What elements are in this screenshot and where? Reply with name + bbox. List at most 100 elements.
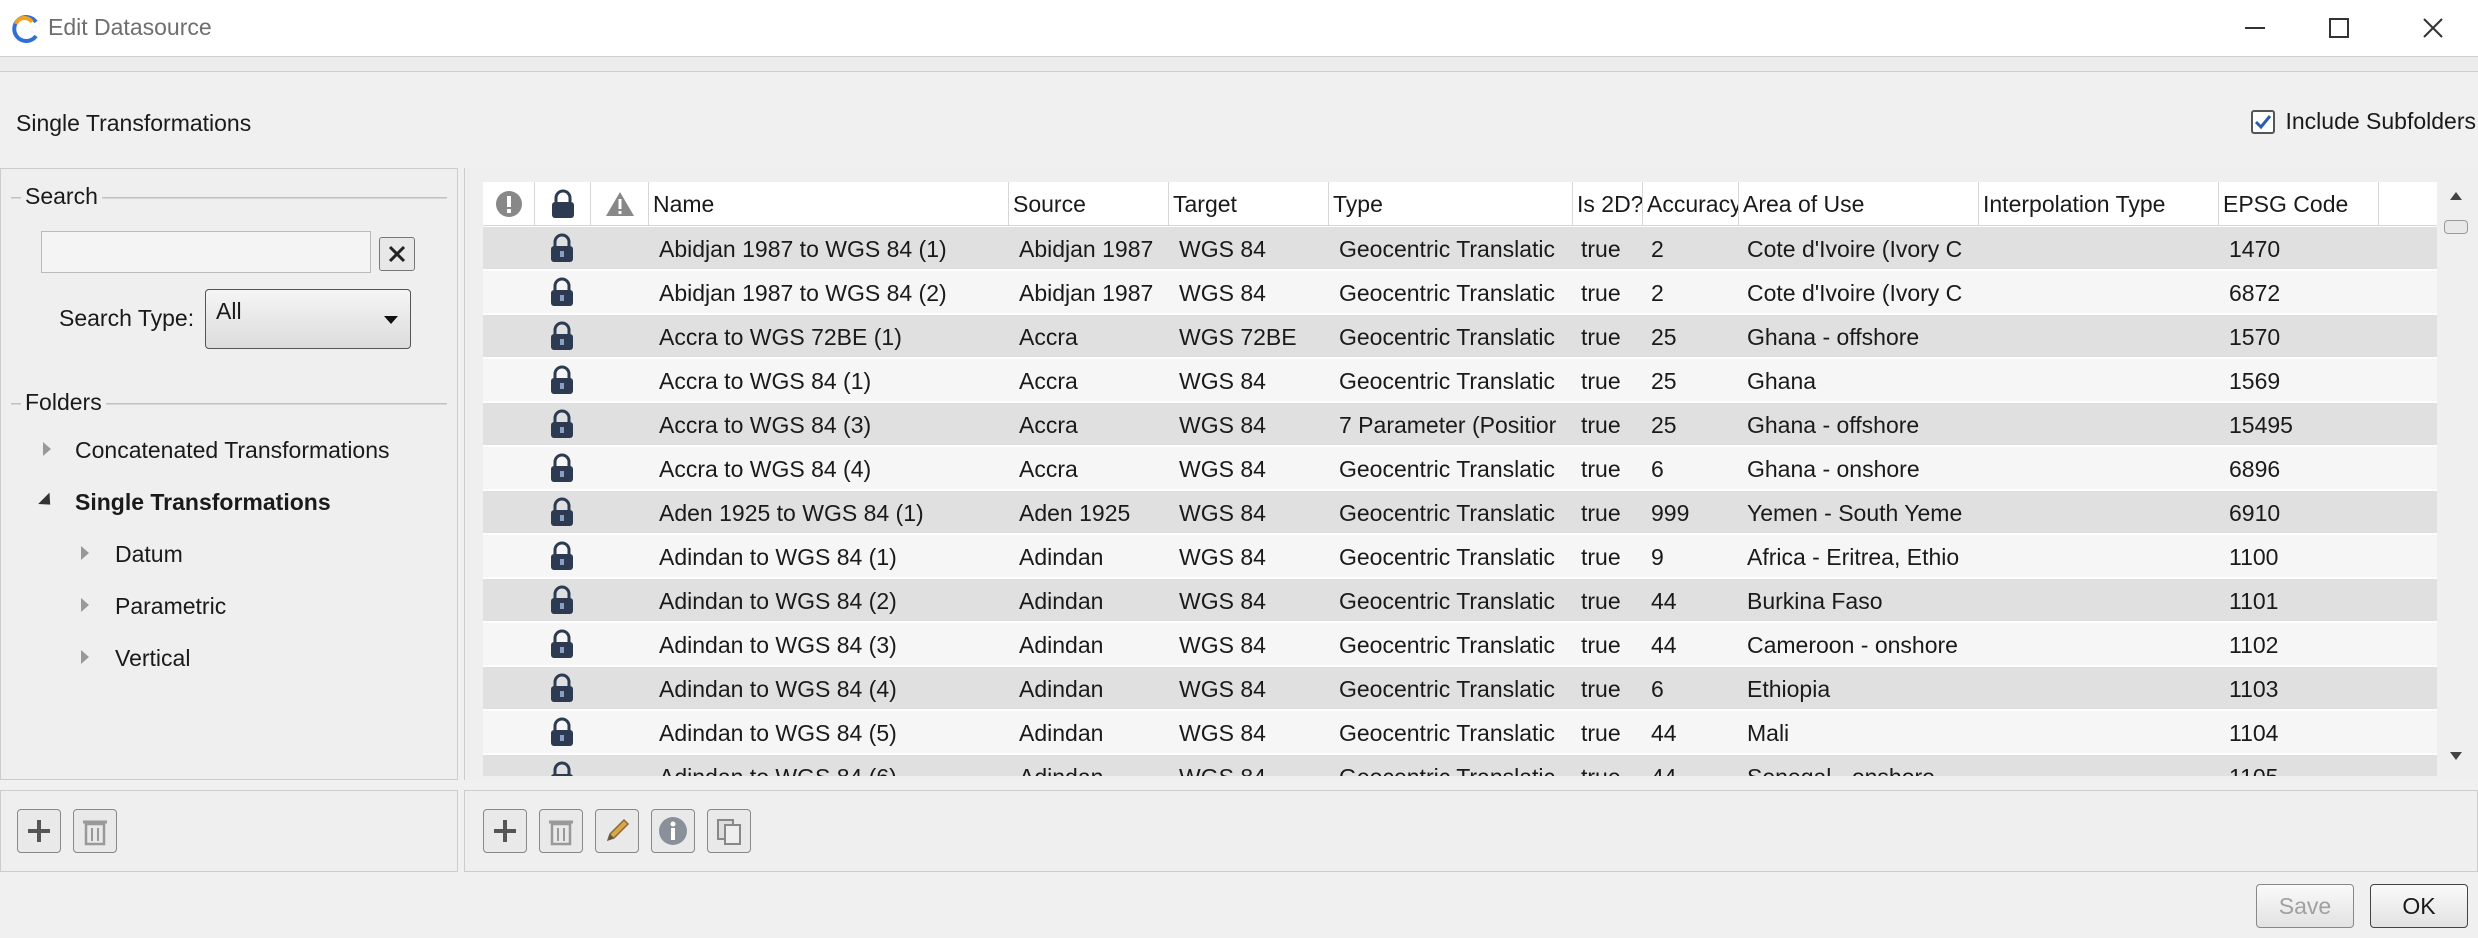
- table-row[interactable]: Adindan to WGS 84 (2) Adindan WGS 84 Geocen…: [483, 578, 2437, 622]
- cell-name: Abidjan 1987 to WGS 84 (1): [659, 236, 947, 262]
- table-row[interactable]: Accra to WGS 84 (4) Accra WGS 84 Geocentric…: [483, 446, 2437, 490]
- title-bar: Edit Datasource: [0, 0, 2478, 56]
- cell-interpolation-type: [1987, 315, 2215, 359]
- cell-target: WGS 84: [1179, 456, 1266, 482]
- add-transformation-button[interactable]: [483, 809, 527, 853]
- include-subfolders-toggle[interactable]: Include Subfolders: [2251, 108, 2478, 135]
- ok-button[interactable]: OK: [2370, 884, 2468, 928]
- row-lock-indicator: [549, 453, 575, 485]
- include-subfolders-checkbox[interactable]: [2251, 109, 2276, 134]
- column-header-accuracy[interactable]: Accuracy: [1643, 182, 1739, 226]
- copy-transformation-button[interactable]: [707, 809, 751, 853]
- clear-search-button[interactable]: [379, 237, 415, 271]
- add-folder-button[interactable]: [17, 809, 61, 853]
- tree-item-label: Parametric: [115, 593, 227, 619]
- lock-icon: [551, 497, 573, 526]
- table-row[interactable]: Abidjan 1987 to WGS 84 (1) Abidjan 1987 WG…: [483, 226, 2437, 270]
- cell-is-2d: true: [1581, 236, 1621, 262]
- cell-is-2d: true: [1581, 676, 1621, 702]
- row-lock-indicator: [549, 761, 575, 776]
- lock-icon: [551, 365, 573, 394]
- delete-transformation-button[interactable]: [539, 809, 583, 853]
- cell-accuracy: 6: [1651, 456, 1664, 482]
- cell-name: Adindan to WGS 84 (2): [659, 588, 897, 614]
- cell-accuracy: 2: [1651, 236, 1664, 262]
- cell-name: Accra to WGS 84 (1): [659, 368, 872, 394]
- cell-accuracy: 25: [1651, 368, 1677, 394]
- cell-area-of-use: Senegal - onshore: [1747, 755, 1975, 776]
- cell-epsg-code: 1101: [2229, 588, 2279, 614]
- cell-name: Accra to WGS 84 (4): [659, 456, 872, 482]
- column-header-area-of-use[interactable]: Area of Use: [1739, 182, 1979, 226]
- minimize-button[interactable]: [2220, 6, 2290, 50]
- table-row[interactable]: Adindan to WGS 84 (6) Adindan WGS 84 Geocen…: [483, 754, 2437, 776]
- pencil-icon: [606, 818, 630, 842]
- info-column-header[interactable]: [483, 182, 535, 226]
- trash-icon: [549, 820, 573, 846]
- top-divider: [0, 56, 2478, 72]
- edit-transformation-button[interactable]: [595, 809, 639, 853]
- table-row[interactable]: Adindan to WGS 84 (5) Adindan WGS 84 Geocen…: [483, 710, 2437, 754]
- table-row[interactable]: Adindan to WGS 84 (1) Adindan WGS 84 Geocen…: [483, 534, 2437, 578]
- cell-target: WGS 84: [1179, 236, 1266, 262]
- cell-name: Adindan to WGS 84 (4): [659, 676, 897, 702]
- tree-item-label: Datum: [115, 541, 183, 567]
- close-window-button[interactable]: [2398, 6, 2468, 50]
- cell-is-2d: true: [1581, 368, 1621, 394]
- page-title: Single Transformations: [16, 110, 252, 136]
- save-button[interactable]: Save: [2256, 884, 2354, 928]
- column-header-interpolation-type[interactable]: Interpolation Type: [1979, 182, 2219, 226]
- search-type-select[interactable]: All: [205, 289, 411, 349]
- column-header-type[interactable]: Type: [1329, 182, 1573, 226]
- cell-area-of-use: Ghana - onshore: [1747, 456, 1920, 482]
- cell-area-of-use: Yemen - South Yeme: [1747, 500, 1963, 526]
- scroll-up-icon: [2450, 192, 2462, 200]
- expand-arrow-icon: [81, 546, 89, 560]
- row-lock-indicator: [549, 585, 575, 617]
- cell-accuracy: 9: [1651, 544, 1664, 570]
- row-lock-indicator: [549, 321, 575, 353]
- column-header-target[interactable]: Target: [1169, 182, 1329, 226]
- cell-type: Geocentric Translatic: [1339, 588, 1556, 614]
- search-type-label: Search Type:: [59, 305, 195, 331]
- column-header-epsg-code[interactable]: EPSG Code: [2219, 182, 2379, 226]
- warning-column-header[interactable]: [591, 182, 649, 226]
- cell-name: Accra to WGS 84 (3): [659, 412, 872, 438]
- table-row[interactable]: Accra to WGS 84 (1) Accra WGS 84 Geocentric…: [483, 358, 2437, 402]
- column-header-is-2d[interactable]: Is 2D?: [1573, 182, 1643, 226]
- cell-area-of-use: Ghana - offshore: [1747, 324, 1920, 350]
- scroll-thumb[interactable]: [2444, 220, 2468, 234]
- lock-column-header[interactable]: [535, 182, 591, 226]
- table-row[interactable]: Adindan to WGS 84 (3) Adindan WGS 84 Geocen…: [483, 622, 2437, 666]
- cell-type: 7 Parameter (Positior: [1339, 412, 1557, 438]
- search-input[interactable]: [41, 231, 371, 273]
- maximize-button[interactable]: [2304, 6, 2374, 50]
- cell-area-of-use: Ghana: [1747, 368, 1817, 394]
- table-row[interactable]: Accra to WGS 84 (3) Accra WGS 84 7 Paramete…: [483, 402, 2437, 446]
- cell-is-2d: true: [1581, 632, 1621, 658]
- cell-type: Geocentric Translatic: [1339, 456, 1556, 482]
- search-type-value: All: [216, 298, 242, 324]
- cell-name: Adindan to WGS 84 (5): [659, 720, 897, 746]
- lock-icon: [551, 321, 573, 350]
- delete-folder-button[interactable]: [73, 809, 117, 853]
- column-header-source[interactable]: Source: [1009, 182, 1169, 226]
- clear-icon: [388, 245, 406, 263]
- table-toolbar: [464, 790, 2478, 872]
- table-row[interactable]: Adindan to WGS 84 (4) Adindan WGS 84 Geocen…: [483, 666, 2437, 710]
- cell-epsg-code: 1470: [2229, 236, 2281, 262]
- cell-is-2d: true: [1581, 500, 1621, 526]
- plus-icon: [494, 820, 516, 842]
- transformations-table: Name Source Target Type Is 2D? Accuracy Area o…: [483, 182, 2437, 776]
- vertical-scrollbar[interactable]: [2442, 182, 2470, 776]
- table-row[interactable]: Aden 1925 to WGS 84 (1) Aden 1925 WGS 84 Ge…: [483, 490, 2437, 534]
- cell-interpolation-type: [1987, 447, 2215, 491]
- column-header-name[interactable]: Name: [649, 182, 1009, 226]
- info-transformation-button[interactable]: [651, 809, 695, 853]
- warning-icon: [605, 192, 634, 216]
- table-row[interactable]: Abidjan 1987 to WGS 84 (2) Abidjan 1987 WG…: [483, 270, 2437, 314]
- left-panel: Search Search Type: All Folders Concaten…: [0, 168, 458, 780]
- cell-source: Adindan: [1019, 720, 1104, 746]
- table-row[interactable]: Accra to WGS 72BE (1) Accra WGS 72BE Geocen…: [483, 314, 2437, 358]
- close-icon: [2423, 18, 2443, 38]
